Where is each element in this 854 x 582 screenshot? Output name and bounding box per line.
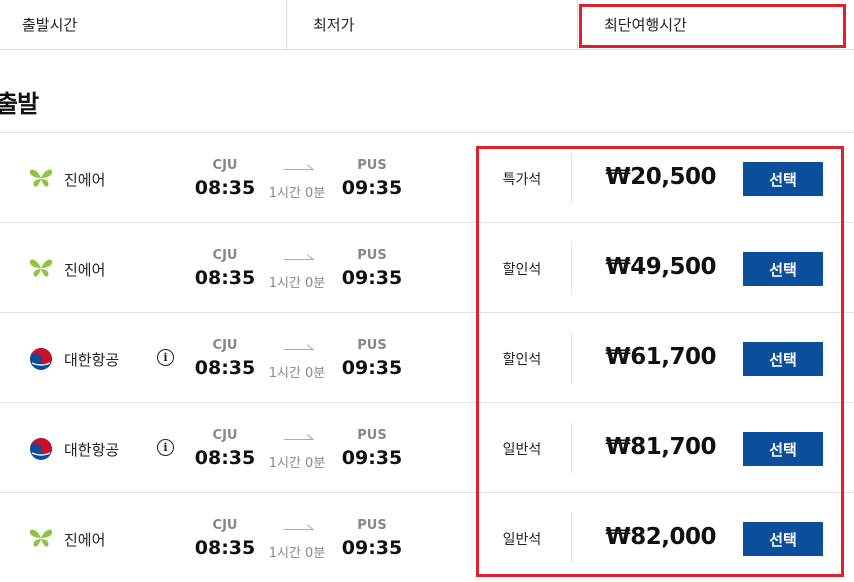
arrival-airport-code: PUS [357, 428, 387, 443]
cabin-class: 특가석 [502, 172, 542, 188]
fare-price: ₩81,700 [605, 434, 716, 460]
arrow-right-icon [284, 254, 314, 260]
fare-price: ₩49,500 [605, 254, 716, 280]
arrival-time: 09:35 [341, 357, 403, 379]
arrival-time: 09:35 [341, 177, 403, 199]
fare-price: ₩20,500 [605, 164, 716, 190]
tab-departure-time[interactable]: 출발시간 [0, 0, 287, 49]
arrival-airport-code: PUS [357, 248, 387, 263]
cabin-class: 일반석 [502, 442, 542, 458]
flight-row: 진에어 CJU 08:35 1시간 0분 PUS 09:35 특가석 ₩20,5… [0, 133, 854, 223]
arrow-right-icon [284, 164, 314, 170]
arrival-airport-code: PUS [357, 338, 387, 353]
jinair-butterfly-logo [29, 167, 53, 189]
arrival-time: 09:35 [341, 537, 403, 559]
departure-airport-code: CJU [212, 158, 238, 173]
flight-row: 진에어 CJU 08:35 1시간 0분 PUS 09:35 할인석 ₩49,5… [0, 223, 854, 313]
arrival-time: 09:35 [341, 267, 403, 289]
departure-time: 08:35 [194, 177, 256, 199]
airline-name: 진에어 [64, 171, 106, 189]
koreanair-taeguk-logo [29, 437, 53, 460]
jinair-butterfly-logo [29, 527, 53, 549]
departure-airport-code: CJU [212, 248, 238, 263]
airline-name: 진에어 [64, 531, 106, 549]
section-title: 출발 [0, 90, 39, 118]
departure-airport-code: CJU [212, 518, 238, 533]
tab-label: 출발시간 [22, 16, 78, 34]
select-button[interactable]: 선택 [743, 522, 823, 556]
select-button[interactable]: 선택 [743, 252, 823, 286]
flight-duration: 1시간 0분 [268, 546, 326, 561]
divider [571, 422, 572, 474]
flight-duration: 1시간 0분 [268, 186, 326, 201]
arrow-right-icon [284, 344, 314, 350]
arrival-airport-code: PUS [357, 158, 387, 173]
arrow-right-icon [284, 524, 314, 530]
divider [571, 152, 572, 204]
arrival-time: 09:35 [341, 447, 403, 469]
flight-list: 진에어 CJU 08:35 1시간 0분 PUS 09:35 특가석 ₩20,5… [0, 132, 854, 582]
flight-row: 대한항공 i CJU 08:35 1시간 0분 PUS 09:35 할인석 ₩6… [0, 313, 854, 403]
koreanair-taeguk-logo [29, 347, 53, 370]
departure-airport-code: CJU [212, 338, 238, 353]
jinair-butterfly-logo [29, 257, 53, 279]
airline-name: 진에어 [64, 261, 106, 279]
arrival-airport-code: PUS [357, 518, 387, 533]
fare-price: ₩82,000 [605, 524, 716, 550]
flight-duration: 1시간 0분 [268, 456, 326, 471]
select-button[interactable]: 선택 [743, 432, 823, 466]
airline-name: 대한항공 [64, 441, 120, 459]
divider [571, 512, 572, 564]
select-button[interactable]: 선택 [743, 342, 823, 376]
cabin-class: 할인석 [502, 352, 542, 368]
departure-airport-code: CJU [212, 428, 238, 443]
divider [571, 332, 572, 384]
flight-duration: 1시간 0분 [268, 366, 326, 381]
cabin-class: 일반석 [502, 532, 542, 548]
tab-lowest-price[interactable]: 최저가 [287, 0, 578, 49]
info-icon[interactable]: i [157, 439, 174, 456]
tab-shortest-travel-time[interactable]: 최단여행시간 [578, 0, 854, 49]
sort-tabs: 출발시간 최저가 최단여행시간 [0, 0, 854, 50]
select-button[interactable]: 선택 [743, 162, 823, 196]
flight-row: 대한항공 i CJU 08:35 1시간 0분 PUS 09:35 일반석 ₩8… [0, 403, 854, 493]
tab-label: 최저가 [313, 16, 355, 34]
cabin-class: 할인석 [502, 262, 542, 278]
departure-time: 08:35 [194, 537, 256, 559]
divider [571, 242, 572, 294]
airline-name: 대한항공 [64, 351, 120, 369]
flight-duration: 1시간 0분 [268, 276, 326, 291]
flight-row: 진에어 CJU 08:35 1시간 0분 PUS 09:35 일반석 ₩82,0… [0, 493, 854, 582]
departure-time: 08:35 [194, 267, 256, 289]
arrow-right-icon [284, 434, 314, 440]
departure-time: 08:35 [194, 357, 256, 379]
departure-time: 08:35 [194, 447, 256, 469]
tab-label: 최단여행시간 [604, 16, 687, 34]
info-icon[interactable]: i [157, 349, 174, 366]
fare-price: ₩61,700 [605, 344, 716, 370]
